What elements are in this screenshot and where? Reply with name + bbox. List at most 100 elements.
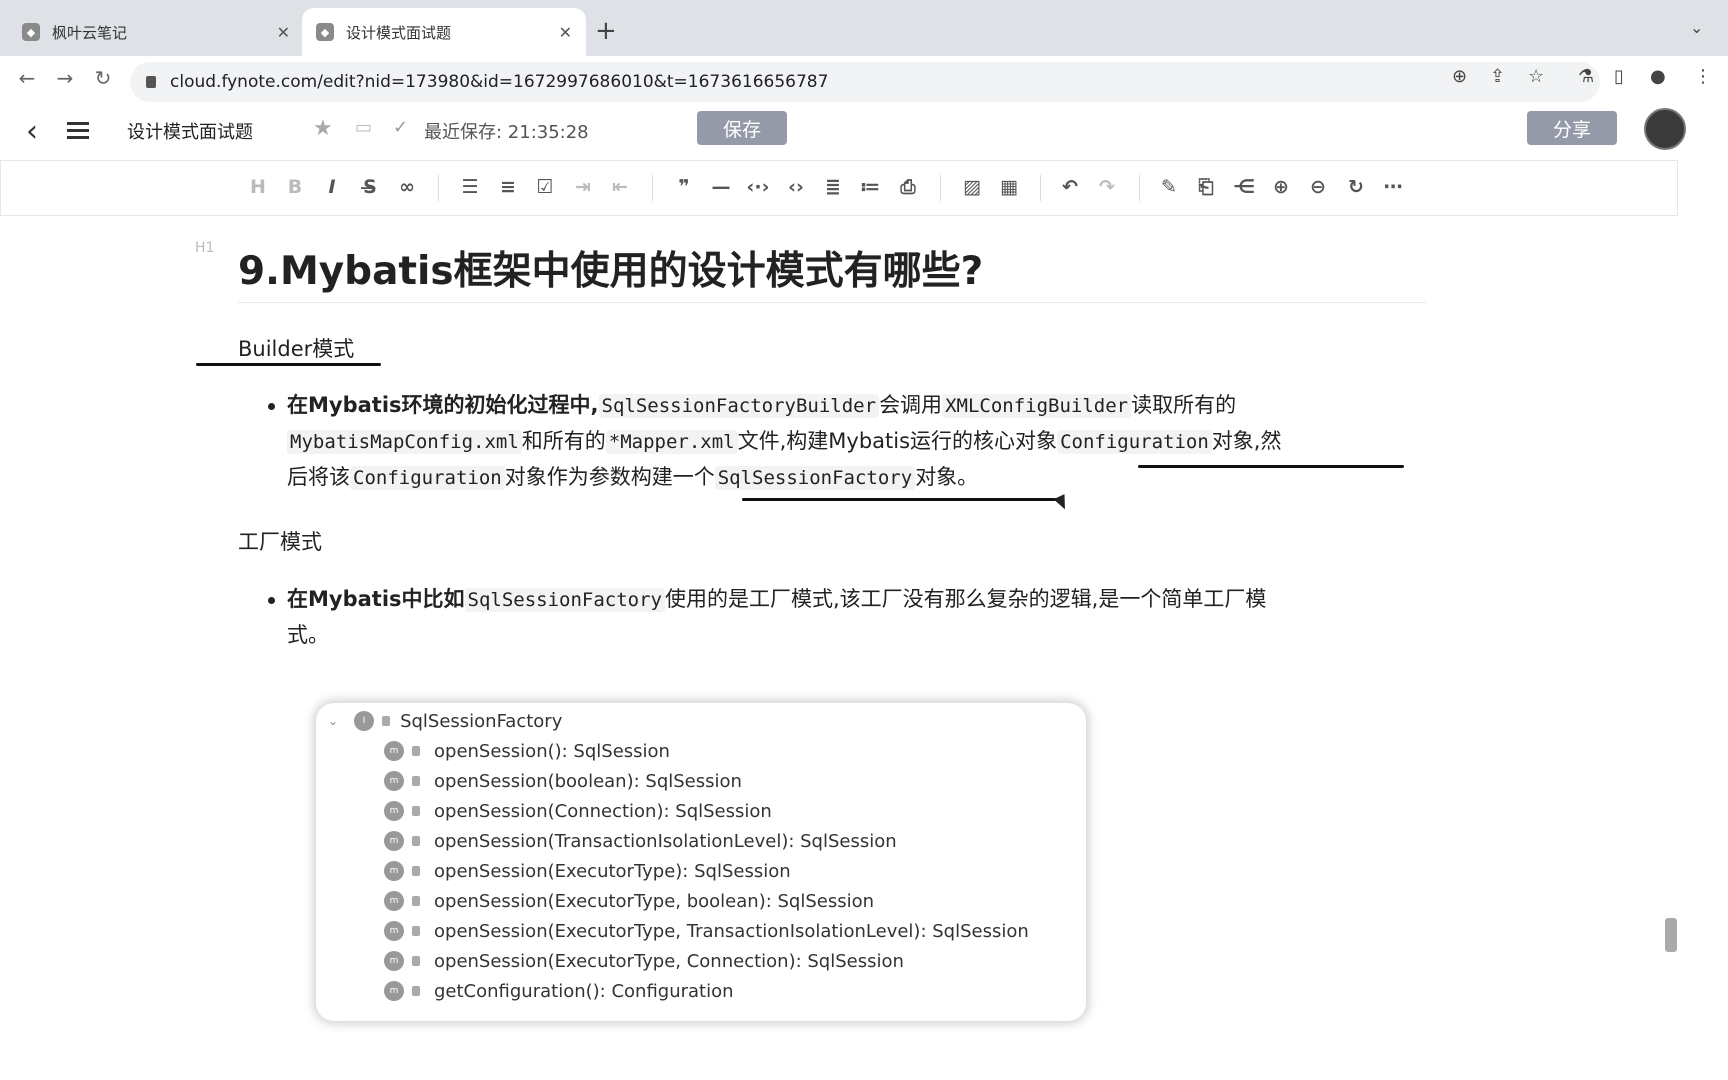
- method-row: m openSession(ExecutorType, TransactionIs…: [384, 916, 1029, 946]
- paragraph-line[interactable]: 在Mybatis中比如 SqlSessionFactory 使用的是工厂模式,该工厂…: [287, 583, 1266, 613]
- method-row: m openSession(ExecutorType, boolean): Sql…: [384, 886, 874, 916]
- undo-icon[interactable]: ↶: [1056, 173, 1084, 201]
- extension-flask-icon[interactable]: ⚗: [1578, 66, 1594, 87]
- back-arrow-icon[interactable]: ←: [12, 66, 42, 90]
- paragraph-line[interactable]: 式。: [287, 619, 329, 649]
- more-icon[interactable]: ⋯: [1379, 173, 1407, 201]
- horizontal-rule-icon[interactable]: —: [707, 173, 735, 201]
- paragraph-line[interactable]: 在Mybatis环境的初始化过程中, SqlSessionFactoryBuild…: [287, 389, 1236, 419]
- indent-icon[interactable]: ⇥: [569, 173, 597, 201]
- method-badge-icon: m: [384, 951, 404, 971]
- method-row: m openSession(ExecutorType, Connection): …: [384, 946, 904, 976]
- toolbar-divider: [1139, 175, 1140, 201]
- handwritten-underline: [742, 498, 1058, 501]
- reload-icon[interactable]: ↻: [88, 66, 118, 90]
- share-page-icon[interactable]: ⇪: [1490, 66, 1505, 87]
- refresh-icon[interactable]: ↻: [1342, 173, 1370, 201]
- hamburger-menu-icon[interactable]: [67, 118, 89, 143]
- method-badge-icon: m: [384, 891, 404, 911]
- checklist-icon[interactable]: ☑: [531, 173, 559, 201]
- bullet-dot: [268, 597, 275, 604]
- text: 会调用: [879, 393, 943, 417]
- bookmark-star-icon[interactable]: ☆: [1528, 66, 1544, 87]
- code-block-icon[interactable]: ‹›: [782, 173, 810, 201]
- app-header: ‹ 设计模式面试题 ★ ▭ ✓ 最近保存: 21:35:28 保存 分享: [0, 108, 1728, 160]
- save-button[interactable]: 保存: [697, 111, 787, 145]
- inline-code: *Mapper.xml: [605, 430, 738, 454]
- mindmap-icon[interactable]: ⋲: [1230, 173, 1258, 201]
- zoom-icon[interactable]: ⊕: [1452, 66, 1467, 87]
- browser-menu-icon[interactable]: ⋮: [1694, 66, 1712, 87]
- inline-code-icon[interactable]: ‹·›: [744, 173, 772, 201]
- favorite-star-icon[interactable]: ★: [313, 116, 333, 141]
- lock-icon: [412, 866, 420, 876]
- paragraph-line[interactable]: MybatisMapConfig.xml 和所有的 *Mapper.xml 文件,构建…: [287, 425, 1281, 455]
- close-tab-icon[interactable]: ✕: [559, 23, 572, 42]
- heading-icon[interactable]: H: [244, 173, 272, 201]
- inline-code: SqlSessionFactoryBuilder: [598, 394, 880, 418]
- image-icon[interactable]: ▨: [958, 173, 986, 201]
- lock-icon: [382, 716, 391, 726]
- section-heading-factory[interactable]: 工厂模式: [238, 526, 322, 556]
- section-heading-builder[interactable]: Builder模式: [238, 333, 354, 363]
- back-chevron-icon[interactable]: ‹: [26, 114, 38, 149]
- method-signature: openSession(): SqlSession: [434, 740, 670, 762]
- profile-icon[interactable]: ●: [1650, 66, 1666, 87]
- toolbar-divider: [438, 175, 439, 201]
- avatar[interactable]: [1644, 108, 1686, 150]
- tab-design-patterns[interactable]: ◆ 设计模式面试题 ✕: [302, 8, 586, 56]
- quote-icon[interactable]: ❞: [670, 173, 698, 201]
- method-row: m openSession(): SqlSession: [384, 736, 670, 766]
- method-signature: openSession(TransactionIsolationLevel): …: [434, 830, 897, 852]
- document-title[interactable]: 设计模式面试题: [127, 118, 253, 144]
- address-bar[interactable]: cloud.fynote.com/edit?nid=173980&id=1672…: [130, 62, 1600, 102]
- tab-fynote[interactable]: ◆ 枫叶云笔记 ✕: [8, 8, 304, 56]
- format-clear-icon[interactable]: ≔: [856, 173, 884, 201]
- outdent-icon[interactable]: ⇤: [606, 173, 634, 201]
- ppt-icon[interactable]: ⎗: [1192, 173, 1220, 201]
- lock-icon: [412, 986, 420, 996]
- table-icon[interactable]: ▦: [995, 173, 1023, 201]
- link-icon[interactable]: ∞: [393, 173, 421, 201]
- bold-text: 在Mybatis环境的初始化过程中,: [287, 393, 599, 417]
- method-badge-icon: m: [384, 801, 404, 821]
- zoom-in-icon[interactable]: ⊕: [1267, 173, 1295, 201]
- text: 对象。: [915, 465, 979, 489]
- inline-code: Configuration: [1057, 430, 1212, 454]
- forward-arrow-icon[interactable]: →: [50, 66, 80, 90]
- url-text[interactable]: cloud.fynote.com/edit?nid=173980&id=1672…: [170, 72, 828, 92]
- close-tab-icon[interactable]: ✕: [277, 23, 290, 42]
- move-folder-icon[interactable]: ▭: [355, 117, 372, 138]
- redo-icon[interactable]: ↷: [1093, 173, 1121, 201]
- text: 使用的是工厂模式,该工厂没有那么复杂的逻辑,是一个简单工厂模: [665, 587, 1267, 611]
- method-row: m openSession(ExecutorType): SqlSession: [384, 856, 791, 886]
- method-signature: openSession(ExecutorType): SqlSession: [434, 860, 791, 882]
- fynote-favicon-icon: ◆: [22, 23, 40, 41]
- paragraph-line[interactable]: 后将该 Configuration 对象作为参数构建一个 SqlSessionFact…: [287, 461, 978, 491]
- tab-search-chevron-icon[interactable]: ⌄: [1690, 18, 1703, 37]
- method-badge-icon: m: [384, 771, 404, 791]
- sidepanel-icon[interactable]: ▯: [1614, 66, 1624, 87]
- toolbar-divider: [1040, 175, 1041, 201]
- new-tab-button[interactable]: +: [595, 16, 617, 46]
- saved-check-icon: ✓: [393, 117, 409, 138]
- tab-title: 设计模式面试题: [346, 23, 452, 42]
- bold-icon[interactable]: B: [281, 173, 309, 201]
- zoom-out-icon[interactable]: ⊖: [1304, 173, 1332, 201]
- lock-icon: [412, 776, 420, 786]
- vertical-scrollbar-thumb[interactable]: [1665, 918, 1677, 952]
- bullet-list-icon[interactable]: ☰: [456, 173, 484, 201]
- align-icon[interactable]: ≣: [819, 173, 847, 201]
- lock-icon: [412, 956, 420, 966]
- pen-icon[interactable]: ✎: [1155, 173, 1183, 201]
- export-icon[interactable]: ⎙: [894, 173, 922, 201]
- numbered-list-icon[interactable]: ≡: [494, 173, 522, 201]
- method-row: m openSession(TransactionIsolationLevel):…: [384, 826, 897, 856]
- page-title[interactable]: 9.Mybatis框架中使用的设计模式有哪些?: [238, 240, 983, 296]
- method-badge-icon: m: [384, 981, 404, 1001]
- italic-icon[interactable]: I: [318, 173, 346, 201]
- strikethrough-icon[interactable]: S̶: [356, 173, 384, 201]
- heading-divider: [238, 302, 1426, 303]
- text: 和所有的: [521, 429, 606, 453]
- share-button[interactable]: 分享: [1527, 111, 1617, 145]
